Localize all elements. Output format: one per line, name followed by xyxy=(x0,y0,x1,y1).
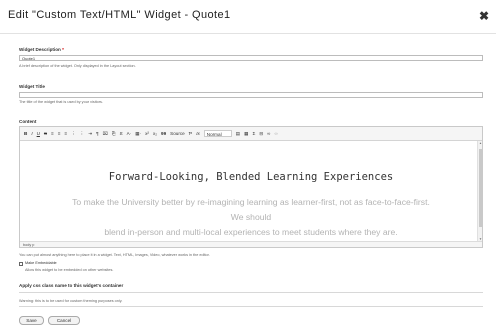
align-center-button[interactable]: ≡ xyxy=(58,130,61,138)
spellcheck-button[interactable]: Ƨ xyxy=(120,130,123,138)
source-button[interactable]: Source xyxy=(170,130,185,138)
embeddable-label: Make Embeddable xyxy=(25,261,57,265)
dialog-header: Edit "Custom Text/HTML" Widget - Quote1 … xyxy=(0,0,496,34)
description-input[interactable] xyxy=(19,55,483,61)
scroll-up-arrow-icon[interactable]: ▲ xyxy=(478,141,483,145)
horizontal-rule-button[interactable]: ⊟ xyxy=(259,130,263,138)
save-button[interactable]: Save xyxy=(19,316,44,325)
content-help: You can put almost anything here to plac… xyxy=(19,253,210,257)
unlink-button[interactable]: ∞ xyxy=(274,130,277,138)
dialog-title: Edit "Custom Text/HTML" Widget - Quote1 xyxy=(8,9,231,21)
editor-statusbar: body p xyxy=(20,241,482,247)
format-select[interactable]: Normal xyxy=(203,130,232,137)
text-color-button[interactable]: A· xyxy=(127,130,132,138)
css-class-help: Warning: this is to be used for custom t… xyxy=(19,299,123,303)
image-button[interactable]: ▤ xyxy=(236,130,240,138)
close-icon: ✖ xyxy=(478,9,490,23)
table-button[interactable]: ▦ xyxy=(244,130,248,138)
css-class-label: Apply css class name to this widget's co… xyxy=(19,283,124,288)
show-blocks-button[interactable]: Ƥ xyxy=(189,130,192,138)
close-button[interactable]: ✖ xyxy=(478,10,490,22)
align-right-button[interactable]: ≡ xyxy=(64,130,67,138)
link-button[interactable]: ∞ xyxy=(267,130,270,138)
clear-format-button[interactable]: Ix xyxy=(196,130,200,138)
css-class-input-line xyxy=(19,292,483,293)
paragraph-line: blend in-person and multi-local experien… xyxy=(104,227,398,237)
superscript-button[interactable]: x² xyxy=(145,130,149,138)
subscript-button[interactable]: x₂ xyxy=(153,130,157,138)
content-paragraph: To make the University better by re-imag… xyxy=(20,195,482,240)
align-left-button[interactable]: ≡ xyxy=(51,130,54,138)
description-label: Widget Description * xyxy=(19,47,64,52)
title-label: Widget Title xyxy=(19,84,45,89)
symbol-button[interactable]: Σ xyxy=(252,130,255,138)
scroll-thumb[interactable] xyxy=(479,149,482,227)
required-marker: * xyxy=(62,47,64,52)
paste-text-button[interactable]: ⎘ xyxy=(112,130,116,138)
content-heading: Forward-Looking, Blended Learning Experi… xyxy=(108,171,394,183)
paragraph-button[interactable]: ¶ xyxy=(96,130,98,138)
bold-button[interactable]: B xyxy=(24,130,27,138)
strike-button[interactable]: S xyxy=(44,130,47,138)
bullet-list-button[interactable]: ⋮ xyxy=(80,130,85,138)
divider xyxy=(19,306,483,307)
title-input[interactable] xyxy=(19,92,483,98)
content-label: Content xyxy=(19,119,37,124)
italic-button[interactable]: I xyxy=(31,130,32,138)
blockquote-button[interactable]: 99 xyxy=(161,130,166,138)
editor-scrollbar[interactable]: ▲ ▼ xyxy=(477,141,482,241)
rich-text-editor[interactable]: B I U S ≡ ≡ ≡ ⋮ ⋮ ⇥ ¶ ⌧ ⎘ Ƨ A· ▦· x² x₂ … xyxy=(19,126,483,248)
indent-button[interactable]: ⇥ xyxy=(88,130,92,138)
bg-color-button[interactable]: ▦· xyxy=(135,130,141,138)
embeddable-help: Allow this widget to be embedded on othe… xyxy=(25,268,114,272)
editor-content[interactable]: Forward-Looking, Blended Learning Experi… xyxy=(20,141,482,241)
editor-toolbar: B I U S ≡ ≡ ≡ ⋮ ⋮ ⇥ ¶ ⌧ ⎘ Ƨ A· ▦· x² x₂ … xyxy=(20,127,482,141)
paragraph-line: We should xyxy=(230,212,272,222)
remove-format-button[interactable]: ⌧ xyxy=(103,130,108,138)
ordered-list-button[interactable]: ⋮ xyxy=(71,130,76,138)
description-help: A brief description of the widget. Only … xyxy=(19,64,136,68)
embeddable-checkbox[interactable] xyxy=(19,262,23,266)
title-help: The title of the widget that is used by … xyxy=(19,100,103,104)
underline-button[interactable]: U xyxy=(37,130,40,138)
cancel-button[interactable]: Cancel xyxy=(48,316,80,325)
paragraph-line: To make the University better by re-imag… xyxy=(72,197,430,207)
